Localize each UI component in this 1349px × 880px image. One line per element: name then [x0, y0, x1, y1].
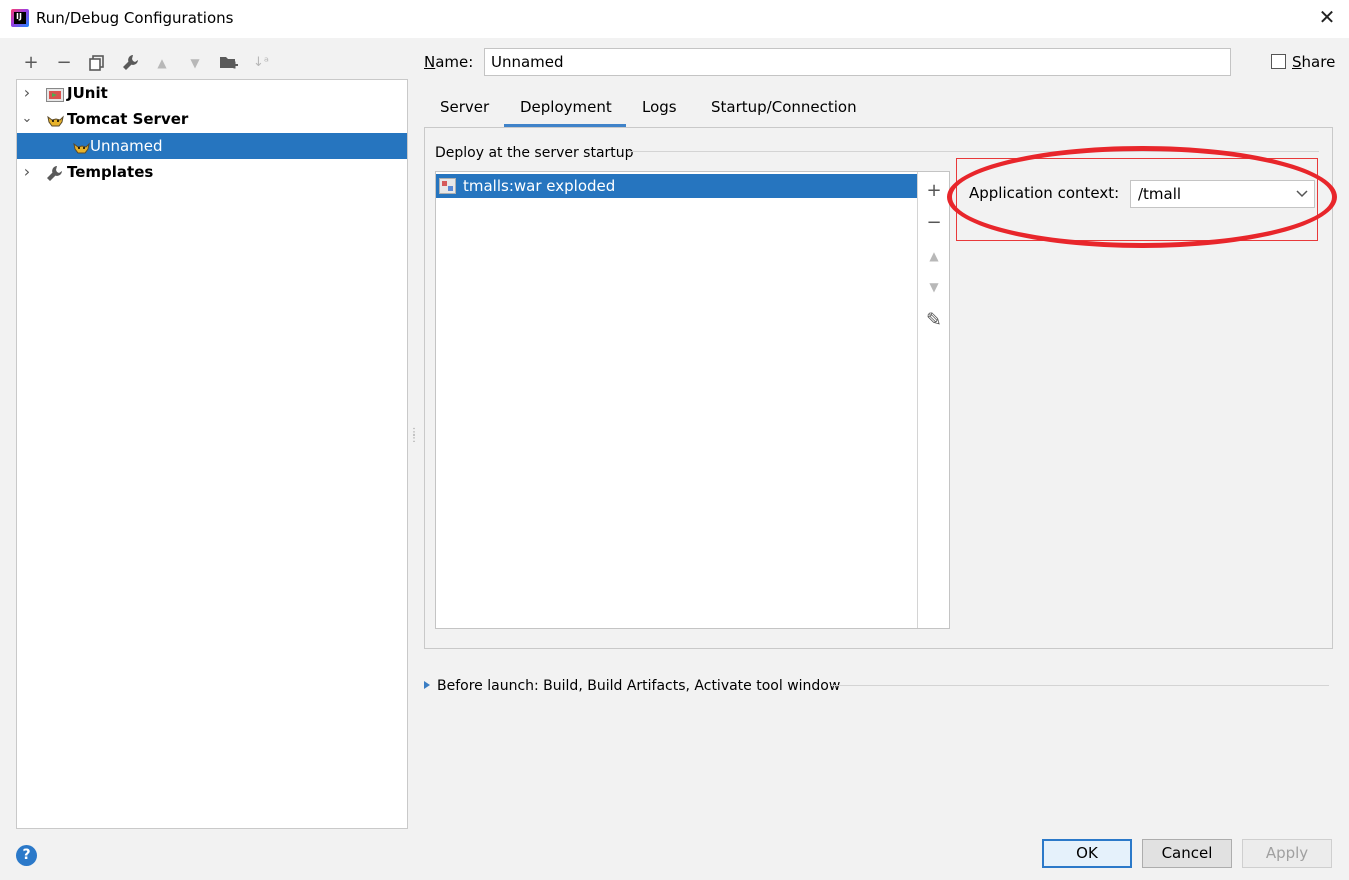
copy-configuration-button[interactable]	[84, 50, 110, 76]
tomcat-icon	[72, 138, 90, 154]
sort-configurations-button[interactable]: ↓ᵃ	[248, 50, 274, 76]
help-icon[interactable]: ?	[16, 845, 37, 866]
add-configuration-button[interactable]: +	[18, 50, 44, 76]
intellij-app-icon: IJ	[11, 9, 29, 27]
name-field[interactable]: Unnamed	[484, 48, 1231, 76]
share-checkbox[interactable]	[1271, 54, 1286, 69]
tree-item-templates[interactable]: › Templates	[17, 159, 407, 185]
window-title: Run/Debug Configurations	[36, 9, 234, 27]
wrench-icon	[122, 55, 138, 70]
annotation-red-ellipse	[947, 146, 1337, 248]
wrench-icon	[46, 164, 64, 181]
deploy-group-title: Deploy at the server startup	[435, 145, 634, 161]
tomcat-icon	[46, 111, 64, 127]
before-launch-divider	[831, 685, 1329, 686]
tree-item-label: Templates	[67, 163, 154, 181]
chevron-right-icon[interactable]: ›	[20, 159, 34, 185]
apply-button[interactable]: Apply	[1242, 839, 1332, 868]
tree-item-label: Tomcat Server	[67, 110, 189, 128]
move-artifact-down-button[interactable]: ▼	[920, 273, 948, 301]
artifact-list-item[interactable]: tmalls:war exploded	[436, 174, 917, 198]
list-divider	[917, 172, 918, 628]
ok-button[interactable]: OK	[1042, 839, 1132, 868]
tab-server[interactable]: Server	[440, 98, 489, 116]
tab-logs[interactable]: Logs	[642, 98, 677, 116]
add-artifact-button[interactable]: +	[920, 177, 948, 205]
tree-item-label: Unnamed	[90, 137, 163, 155]
tree-item-junit[interactable]: › JUnit	[17, 80, 407, 106]
cancel-button[interactable]: Cancel	[1142, 839, 1232, 868]
expand-triangle-icon[interactable]	[424, 681, 430, 689]
share-label[interactable]: Share	[1292, 53, 1335, 71]
tab-deployment[interactable]: Deployment	[520, 98, 612, 116]
remove-artifact-button[interactable]: −	[920, 209, 948, 237]
new-folder-button[interactable]	[215, 50, 241, 76]
name-label: Name:	[424, 53, 474, 71]
tab-startup-connection[interactable]: Startup/Connection	[711, 98, 857, 116]
artifact-icon	[439, 178, 456, 194]
remove-configuration-button[interactable]: −	[51, 50, 77, 76]
edit-artifact-button[interactable]: ✎	[920, 306, 948, 334]
move-down-button[interactable]: ▼	[182, 50, 208, 76]
move-artifact-up-button[interactable]: ▲	[920, 242, 948, 270]
artifact-label: tmalls:war exploded	[463, 177, 616, 195]
artifact-list	[435, 171, 950, 629]
folder-add-icon	[219, 57, 238, 69]
configuration-tree: › JUnit ⌄ Tomcat Server Unnamed › Templa…	[16, 79, 408, 829]
copy-icon	[89, 55, 104, 71]
close-icon[interactable]: ✕	[1316, 6, 1338, 28]
junit-icon	[46, 85, 64, 102]
move-up-button[interactable]: ▲	[149, 50, 175, 76]
tree-item-unnamed[interactable]: Unnamed	[17, 133, 407, 159]
tree-item-label: JUnit	[67, 84, 108, 102]
before-launch-label: Before launch: Build, Build Artifacts, A…	[437, 678, 841, 694]
tree-item-tomcat-server[interactable]: ⌄ Tomcat Server	[17, 106, 407, 132]
edit-defaults-button[interactable]	[117, 50, 143, 76]
panel-splitter-handle[interactable]: ⋮ ⋮	[409, 428, 419, 448]
chevron-down-icon[interactable]: ⌄	[20, 106, 34, 132]
title-bar: IJ Run/Debug Configurations ✕	[0, 0, 1349, 38]
chevron-right-icon[interactable]: ›	[20, 80, 34, 106]
